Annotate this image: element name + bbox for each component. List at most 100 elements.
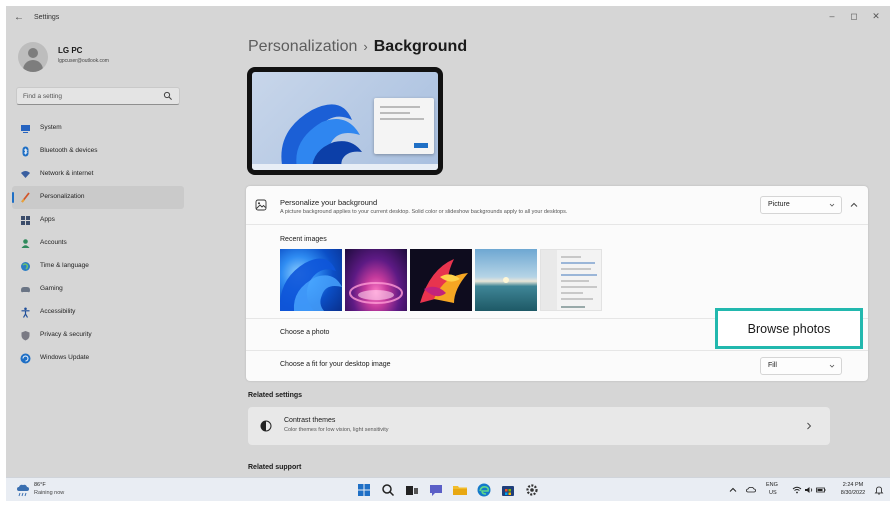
chevron-down-icon — [829, 203, 835, 207]
volume-icon[interactable] — [804, 485, 814, 495]
breadcrumb-parent[interactable]: Personalization — [248, 38, 357, 55]
windows-start-icon[interactable] — [356, 482, 372, 498]
clock-date[interactable]: 8/30/2022 — [836, 490, 870, 496]
time-language-icon — [21, 262, 30, 271]
recent-image-coastal-sunset[interactable] — [475, 249, 537, 311]
chevron-right-icon — [807, 422, 812, 430]
background-type-value: Picture — [768, 201, 790, 208]
sidebar-item-gaming[interactable]: Gaming — [12, 278, 184, 301]
apps-icon — [21, 216, 30, 225]
sidebar-item-network[interactable]: Network & internet — [12, 163, 184, 186]
contrast-themes-title: Contrast themes — [284, 417, 336, 424]
sidebar-item-label: Accessibility — [40, 308, 76, 315]
preview-window — [374, 98, 434, 154]
recent-image-magenta-glow[interactable] — [345, 249, 407, 311]
rain-cloud-icon[interactable] — [16, 483, 30, 497]
back-arrow-icon[interactable]: ← — [14, 12, 24, 23]
edge-browser-icon[interactable] — [476, 482, 492, 498]
sidebar-item-personalization[interactable]: Personalization — [12, 186, 184, 209]
browse-photos-label: Browse photos — [747, 322, 831, 336]
fit-value: Fill — [768, 362, 777, 369]
desktop-preview — [247, 67, 443, 175]
sidebar-item-accounts[interactable]: Accounts — [12, 232, 184, 255]
sidebar-item-label: Gaming — [40, 285, 63, 292]
chat-icon[interactable] — [428, 482, 444, 498]
language-region[interactable]: US — [769, 490, 777, 496]
related-settings-heading: Related settings — [248, 392, 303, 399]
background-setting-description: A picture background applies to your cur… — [280, 209, 568, 215]
title-bar: ← Settings – ◻ ✕ — [6, 6, 890, 32]
onedrive-cloud-icon[interactable] — [746, 485, 756, 495]
file-explorer-icon[interactable] — [452, 482, 468, 498]
choose-fit-label: Choose a fit for your desktop image — [280, 361, 391, 368]
contrast-themes-card[interactable]: Contrast themes Color themes for low vis… — [248, 407, 830, 445]
related-support-heading: Related support — [248, 464, 302, 471]
choose-fit-row: Choose a fit for your desktop image Fill — [246, 350, 868, 381]
sidebar-item-label: Time & language — [40, 262, 89, 269]
sidebar-item-label: Network & internet — [40, 170, 94, 177]
browse-photos-button[interactable]: Browse photos — [715, 308, 863, 349]
background-type-dropdown[interactable]: Picture — [760, 196, 842, 214]
notification-bell-icon[interactable] — [874, 485, 884, 495]
sidebar-item-accessibility[interactable]: Accessibility — [12, 301, 184, 324]
sidebar-item-label: Privacy & security — [40, 331, 92, 338]
sidebar-item-time-language[interactable]: Time & language — [12, 255, 184, 278]
sidebar-item-label: Accounts — [40, 239, 67, 246]
contrast-themes-description: Color themes for low vision, light sensi… — [284, 427, 389, 433]
chevron-up-icon[interactable] — [728, 485, 738, 495]
avatar — [18, 42, 48, 72]
profile-name: LG PC — [58, 46, 83, 55]
main-content: Personalization › Background Personalize… — [190, 32, 890, 477]
sidebar-nav: System Bluetooth & devices Network & int… — [6, 117, 186, 370]
sidebar-item-label: Personalization — [40, 193, 85, 200]
windows-update-icon — [20, 353, 31, 364]
language-code[interactable]: ENG — [766, 482, 778, 488]
recent-image-screenshot[interactable] — [540, 249, 602, 311]
sidebar-item-label: Apps — [40, 216, 55, 223]
gaming-icon — [21, 287, 30, 293]
breadcrumb-separator: › — [363, 39, 368, 54]
maximize-button[interactable]: ◻ — [844, 9, 864, 23]
sidebar-item-label: Bluetooth & devices — [40, 147, 98, 154]
personalize-background-header[interactable]: Personalize your background A picture ba… — [246, 186, 868, 225]
active-indicator — [12, 192, 14, 203]
task-view-icon[interactable] — [404, 482, 420, 498]
accessibility-icon — [21, 307, 30, 318]
settings-gear-icon[interactable] — [524, 482, 540, 498]
sidebar-item-label: System — [40, 124, 62, 131]
bluetooth-icon — [22, 146, 29, 157]
network-icon — [21, 171, 30, 178]
sidebar-item-system[interactable]: System — [12, 117, 184, 140]
picture-icon — [255, 199, 267, 211]
sidebar-item-label: Windows Update — [40, 354, 90, 361]
chevron-up-icon[interactable] — [846, 198, 862, 212]
wifi-icon[interactable] — [792, 485, 802, 495]
background-setting-title: Personalize your background — [280, 198, 378, 207]
personalize-background-panel: Personalize your background A picture ba… — [246, 186, 868, 381]
recent-image-colorful-petals[interactable] — [410, 249, 472, 311]
page-title: Background — [373, 38, 468, 55]
sidebar-item-apps[interactable]: Apps — [12, 209, 184, 232]
store-icon[interactable] — [500, 482, 516, 498]
sidebar-item-privacy[interactable]: Privacy & security — [12, 324, 184, 347]
minimize-button[interactable]: – — [822, 9, 842, 23]
system-icon — [21, 125, 30, 133]
choose-photo-label: Choose a photo — [280, 329, 330, 336]
search-input[interactable] — [23, 90, 153, 102]
search-icon[interactable] — [163, 91, 173, 101]
accounts-icon — [21, 239, 30, 248]
battery-icon[interactable] — [816, 485, 826, 495]
search-box[interactable] — [16, 87, 180, 105]
recent-image-bloom-blue[interactable] — [280, 249, 342, 311]
clock-time[interactable]: 2:24 PM — [838, 482, 868, 488]
weather-temperature[interactable]: 86°F — [34, 482, 46, 488]
search-icon[interactable] — [380, 482, 396, 498]
close-button[interactable]: ✕ — [866, 9, 886, 23]
settings-window: ← Settings – ◻ ✕ LG PC lgpcuser@outlook.… — [6, 6, 890, 477]
sidebar-item-bluetooth[interactable]: Bluetooth & devices — [12, 140, 184, 163]
bloom-wallpaper-image — [281, 104, 362, 170]
sidebar-item-windows-update[interactable]: Windows Update — [12, 347, 184, 370]
fit-dropdown[interactable]: Fill — [760, 357, 842, 375]
chevron-down-icon — [829, 364, 835, 368]
weather-condition[interactable]: Raining now — [34, 490, 64, 496]
